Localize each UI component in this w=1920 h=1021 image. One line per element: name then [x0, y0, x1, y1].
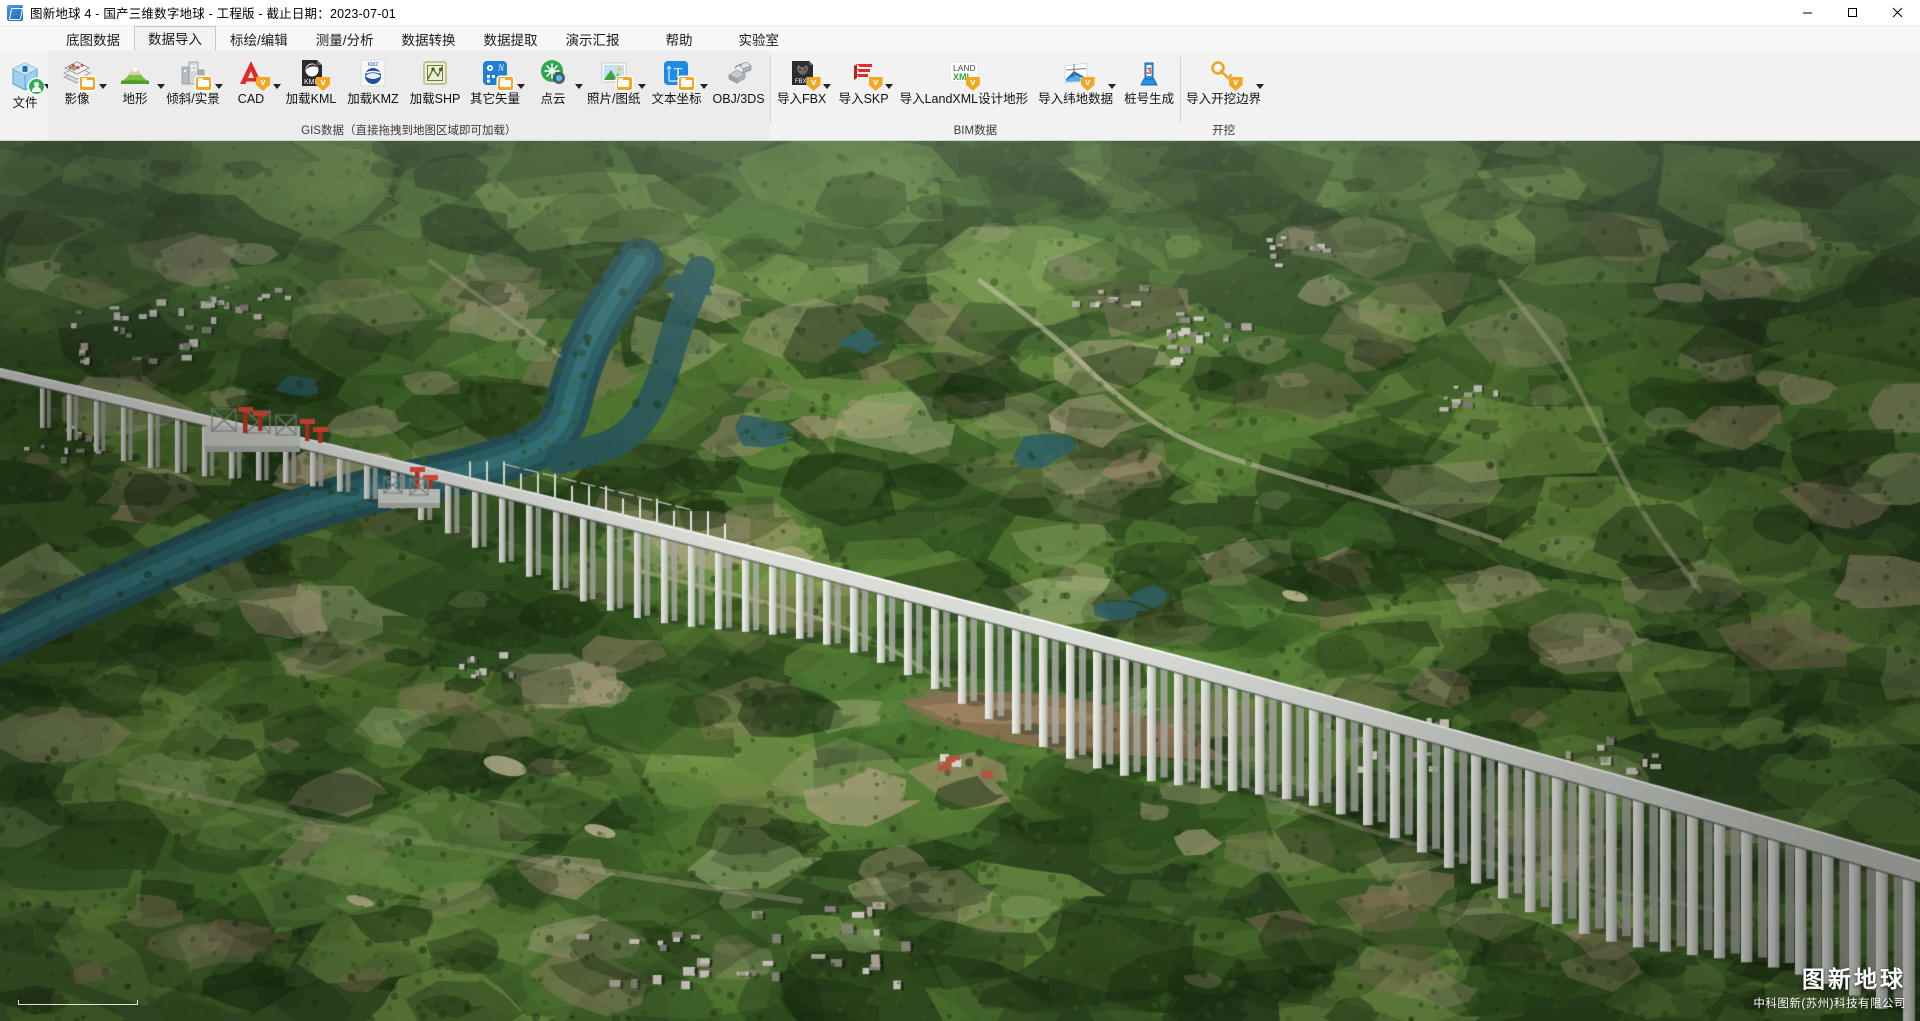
ribbon-item-other-vector[interactable]: N 其它矢量 — [466, 55, 525, 107]
autocad-icon: v — [235, 57, 270, 91]
ribbon-item-obj-3ds-label: OBJ/3DS — [712, 92, 765, 106]
ribbon-item-photo-drawing-label: 照片/图纸 — [587, 92, 641, 106]
kmz-globe-icon: KMZ — [357, 57, 389, 89]
tab-data-import[interactable]: 数据导入 — [134, 26, 216, 51]
ribbon-item-import-excavation-boundary[interactable]: v 导入开挖边界 — [1181, 55, 1266, 107]
chevron-down-icon[interactable] — [1256, 84, 1265, 89]
tab-data-extract[interactable]: 数据提取 — [470, 26, 552, 51]
window-controls — [1785, 0, 1920, 26]
stake-number-icon: 3 — [1133, 57, 1165, 89]
text-coordinate-icon: T — [660, 57, 695, 90]
ribbon-item-import-landxml-label: 导入LandXML设计地形 — [899, 92, 1029, 106]
svg-text:3: 3 — [1147, 66, 1152, 76]
ribbon-item-load-kmz-label: 加载KMZ — [347, 92, 399, 106]
title-bar: 图新地球 4 - 国产三维数字地球 - 工程版 - 截止日期：2023-07-0… — [0, 0, 1920, 26]
oblique-city-icon — [177, 57, 211, 90]
menu-tab-bar: 底图数据 数据导入 标绘/编辑 测量/分析 数据转换 数据提取 演示汇报 帮助 … — [0, 26, 1920, 51]
obj-3ds-model-icon — [723, 57, 755, 89]
ribbon-item-import-skp[interactable]: v 导入SKP — [833, 55, 895, 107]
ribbon-item-stake-number[interactable]: 3 桩号生成 — [1118, 55, 1180, 107]
folder-badge-icon — [196, 77, 211, 90]
fbx-icon: FBX v — [786, 57, 821, 91]
chevron-down-icon[interactable] — [822, 84, 831, 89]
ribbon-item-terrain[interactable]: 地形 — [106, 55, 165, 107]
svg-text:FBX: FBX — [795, 79, 807, 85]
folder-badge-icon — [80, 77, 95, 90]
folder-badge-icon — [498, 77, 513, 90]
tab-annotate-edit[interactable]: 标绘/编辑 — [216, 26, 302, 51]
ribbon-group-file: 文件 — [0, 51, 52, 140]
imagery-layers-icon — [61, 57, 95, 90]
chevron-down-icon[interactable] — [884, 84, 893, 89]
minimize-icon[interactable] — [1785, 0, 1830, 26]
kml-document-icon: KML v — [295, 57, 330, 91]
window-title: 图新地球 4 - 国产三维数字地球 - 工程版 - 截止日期：2023-07-0… — [30, 7, 396, 21]
ribbon-item-imagery[interactable]: 影像 — [48, 55, 107, 107]
tab-presentation[interactable]: 演示汇报 — [552, 26, 634, 51]
shapefile-icon — [419, 57, 451, 89]
ribbon-item-import-weidi-label: 导入纬地数据 — [1038, 92, 1114, 106]
ribbon-group-excavation: v 导入开挖边界 开挖 — [1181, 51, 1266, 140]
ribbon-group-gis-data: 影像 地形 倾斜/实景 v CAD KML v 加载KML KMZ 加载KMZ … — [48, 51, 770, 140]
file-box-icon — [7, 57, 44, 94]
ribbon-item-point-cloud[interactable]: 点云 — [524, 55, 583, 107]
ribbon-item-load-shp[interactable]: 加载SHP — [404, 55, 466, 107]
point-cloud-icon — [537, 57, 569, 89]
tab-measure-analysis[interactable]: 测量/分析 — [302, 26, 388, 51]
user-badge-icon — [29, 79, 44, 94]
folder-badge-icon — [616, 77, 632, 90]
maximize-icon[interactable] — [1830, 0, 1875, 26]
ribbon-item-import-skp-label: 导入SKP — [838, 92, 889, 106]
ribbon-item-point-cloud-label: 点云 — [540, 92, 566, 106]
folder-badge-icon — [679, 77, 695, 90]
ribbon-item-other-vector-label: 其它矢量 — [469, 92, 520, 106]
ribbon-item-text-coordinate-label: 文本坐标 — [651, 92, 702, 106]
ribbon-item-import-fbx[interactable]: FBX v 导入FBX — [771, 55, 833, 107]
ribbon-item-import-fbx-label: 导入FBX — [776, 92, 827, 106]
ribbon-item-stake-number-label: 桩号生成 — [1124, 92, 1175, 106]
application-window: 图新地球 4 - 国产三维数字地球 - 工程版 - 截止日期：2023-07-0… — [0, 0, 1920, 1021]
ribbon-item-oblique-reality[interactable]: 倾斜/实景 — [164, 55, 223, 107]
ribbon-item-imagery-label: 影像 — [64, 92, 90, 106]
ribbon-item-cad-label: CAD — [237, 92, 265, 106]
ribbon-item-import-weidi[interactable]: v 导入纬地数据 — [1033, 55, 1118, 107]
chevron-down-icon[interactable] — [1108, 84, 1117, 89]
file-button[interactable]: 文件 — [2, 55, 52, 111]
tab-lab[interactable]: 实验室 — [725, 26, 794, 51]
other-vector-icon: N — [479, 57, 513, 90]
ribbon-item-text-coordinate[interactable]: T 文本坐标 — [645, 55, 709, 107]
ribbon-group-bim-data: FBX v 导入FBX v 导入SKP LAND XML v 导入LandXML… — [771, 51, 1181, 140]
weidi-data-icon: v — [1060, 57, 1095, 91]
landxml-icon: LAND XML v — [944, 57, 984, 91]
svg-text:KMZ: KMZ — [368, 62, 379, 68]
excavation-boundary-icon: v — [1208, 57, 1243, 91]
ribbon-item-obj-3ds[interactable]: OBJ/3DS — [707, 55, 769, 107]
ribbon-item-photo-drawing[interactable]: 照片/图纸 — [582, 55, 647, 107]
ribbon-item-oblique-label: 倾斜/实景 — [166, 92, 220, 106]
earth-scene-canvas[interactable] — [0, 141, 1920, 1021]
close-icon[interactable] — [1875, 0, 1920, 26]
ribbon-item-import-excavation-boundary-label: 导入开挖边界 — [1186, 92, 1262, 106]
ribbon-item-import-landxml[interactable]: LAND XML v 导入LandXML设计地形 — [895, 55, 1034, 107]
ribbon-item-load-kmz[interactable]: KMZ 加载KMZ — [342, 55, 404, 107]
ribbon-item-cad[interactable]: v CAD — [222, 55, 281, 107]
tab-base-map[interactable]: 底图数据 — [52, 26, 134, 51]
app-globe-icon — [7, 4, 23, 21]
tab-help[interactable]: 帮助 — [652, 26, 707, 51]
ribbon-group-excavation-label: 开挖 — [1212, 125, 1236, 137]
ribbon-toolbar: 文件 影像 地形 倾斜/实景 v CAD KML v 加载KML KMZ 加载K… — [0, 51, 1920, 141]
tab-data-convert[interactable]: 数据转换 — [388, 26, 470, 51]
svg-text:N: N — [497, 63, 505, 73]
ribbon-group-bim-label: BIM数据 — [953, 125, 998, 137]
terrain-mountain-icon — [119, 57, 151, 89]
file-button-label: 文件 — [12, 96, 38, 110]
photo-drawing-icon — [598, 57, 632, 90]
ribbon-group-gis-label: GIS数据（直接拖拽到地图区域即可加载） — [301, 125, 517, 137]
ribbon-item-load-kml-label: 加载KML — [285, 92, 337, 106]
sketchup-icon: v — [848, 57, 883, 91]
ribbon-item-load-shp-label: 加载SHP — [409, 92, 461, 106]
ribbon-item-terrain-label: 地形 — [122, 92, 148, 106]
ribbon-item-load-kml[interactable]: KML v 加载KML — [280, 55, 342, 107]
3d-earth-viewport[interactable]: 图新地球 中科图新(苏州)科技有限公司 — [0, 141, 1920, 1021]
